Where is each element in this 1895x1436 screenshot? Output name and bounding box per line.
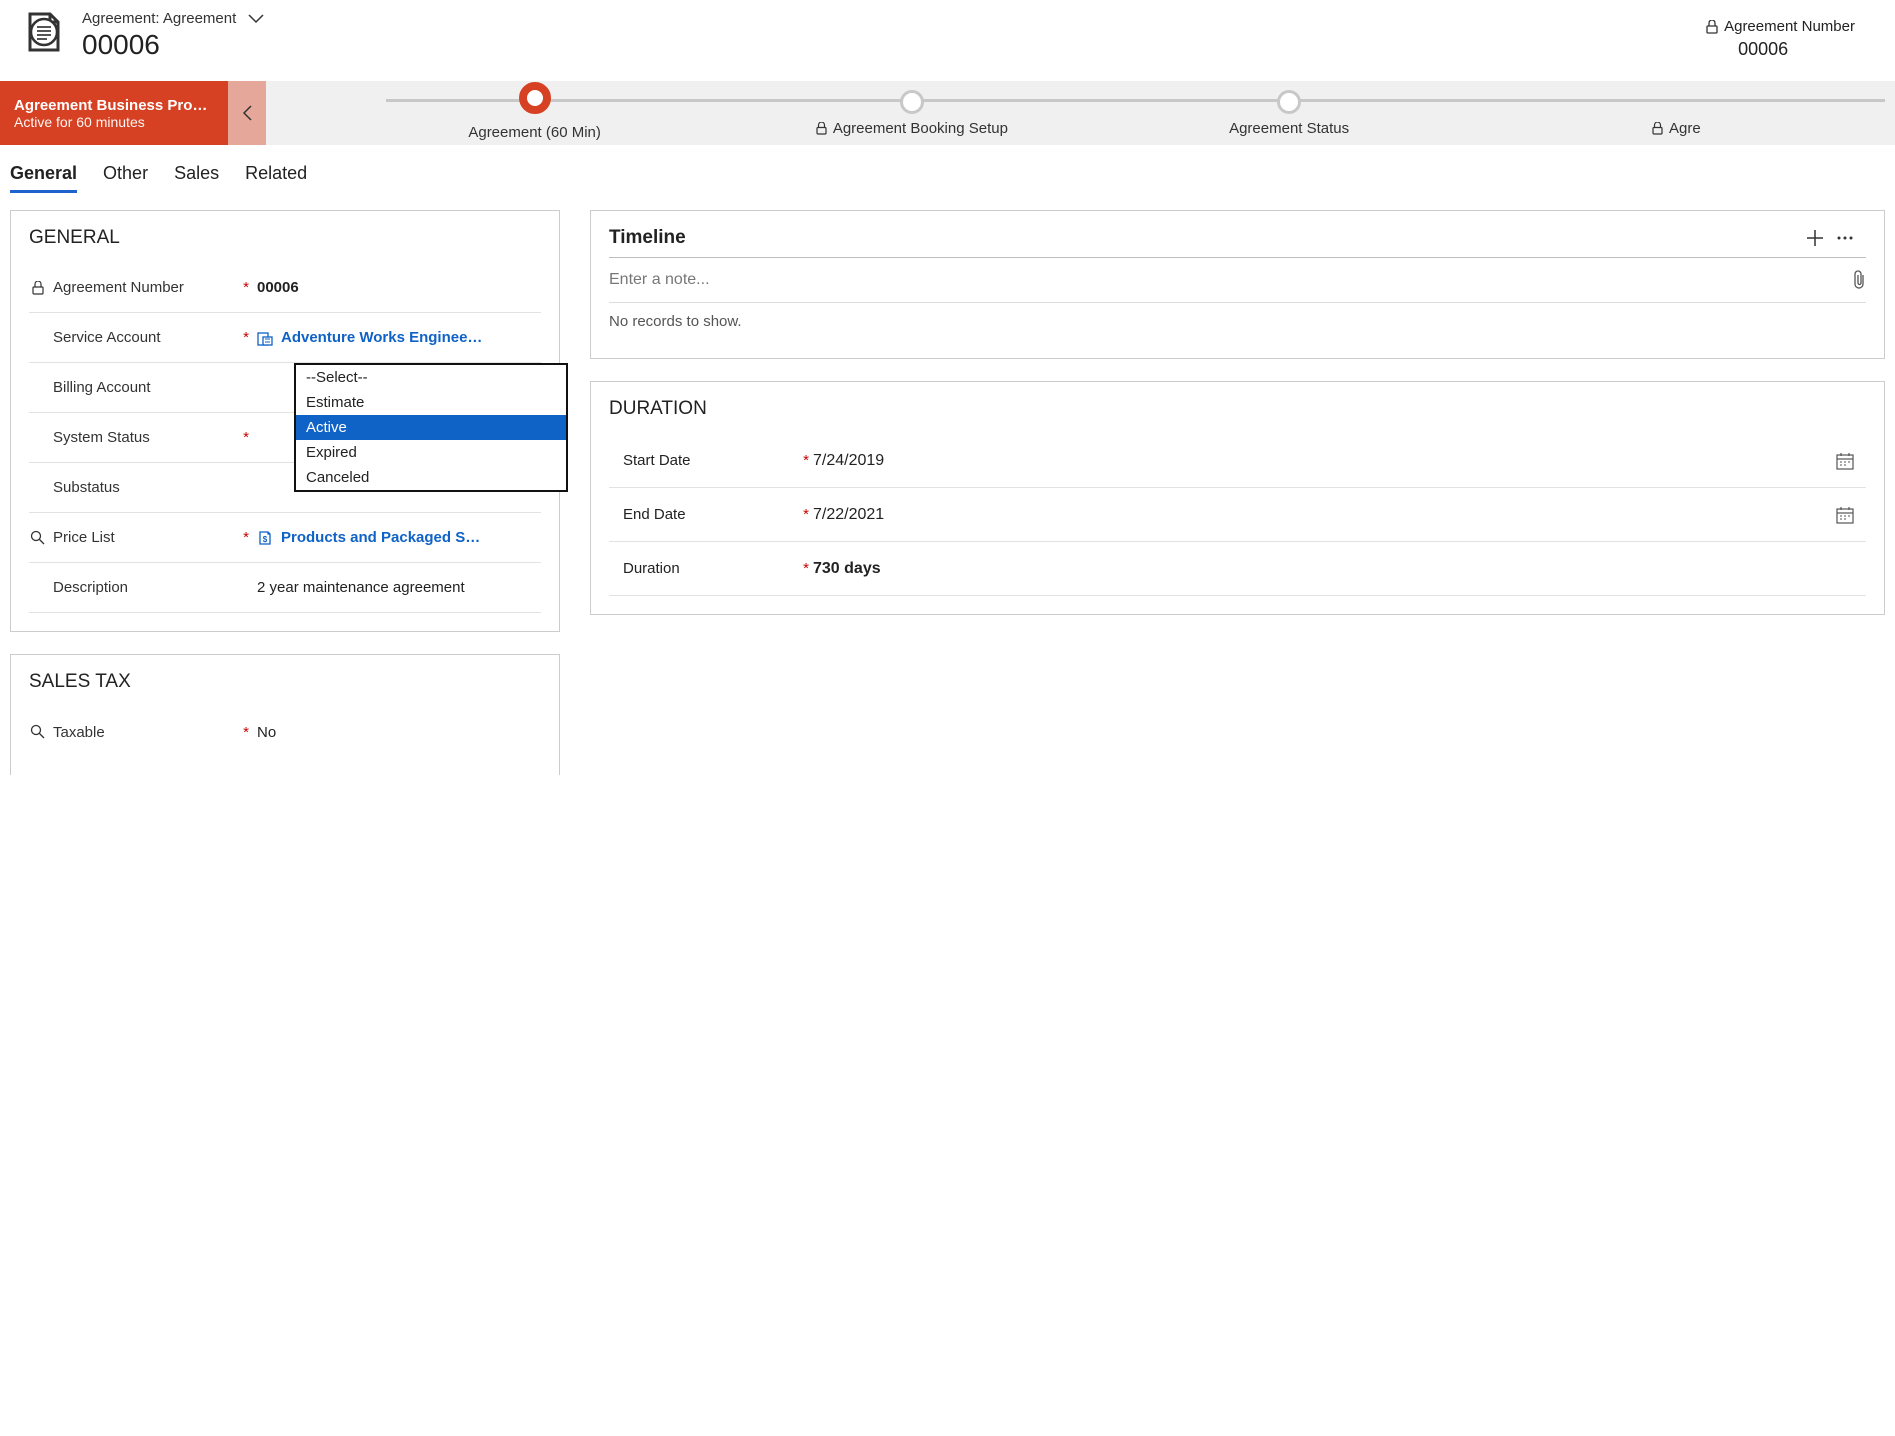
attachment-icon[interactable] [1852,270,1866,290]
account-icon [257,330,273,346]
lock-icon [1706,20,1718,34]
timeline-title: Timeline [609,227,1806,249]
stage-node [1277,90,1301,114]
field-duration[interactable]: Duration * 730 days [609,542,1866,596]
field-billing-account[interactable]: Billing Account --Select-- Estimate Acti… [29,363,541,413]
option-active[interactable]: Active [296,415,566,440]
stage-label: Agre [1669,120,1701,137]
tab-general[interactable]: General [10,163,77,193]
svg-text:$: $ [263,535,268,544]
field-price-list[interactable]: Price List * $ Products and Packaged S… [29,513,541,563]
record-title: 00006 [82,29,1706,61]
stage-node [900,90,924,114]
section-title: GENERAL [29,227,541,249]
view-selector[interactable]: Agreement: Agreement [82,10,264,27]
system-status-dropdown[interactable]: --Select-- Estimate Active Expired Cance… [294,363,568,492]
bpf-back-button[interactable] [228,81,266,145]
stage-label: Agreement Status [1229,120,1349,137]
required-marker: * [239,429,253,446]
business-process-flow: Agreement Business Pro… Active for 60 mi… [0,81,1895,145]
required-marker: * [799,452,813,469]
required-marker: * [239,529,253,546]
field-value[interactable]: Adventure Works Enginee… [281,329,482,346]
option-canceled[interactable]: Canceled [296,465,566,490]
recommend-icon [29,530,47,546]
lock-icon [1652,122,1663,135]
record-header: Agreement: Agreement 00006 Agreement Num… [0,0,1895,71]
section-general: GENERAL Agreement Number * 00006 Service… [10,210,560,632]
bpf-stage-status[interactable]: Agreement Status [1101,90,1478,137]
note-placeholder: Enter a note... [609,271,710,289]
section-title: SALES TAX [29,671,541,693]
section-title: DURATION [609,398,1866,420]
stage-label: Agreement Booking Setup [833,120,1008,137]
header-right-info: Agreement Number 00006 [1706,10,1875,60]
field-label: Substatus [53,479,120,496]
field-start-date[interactable]: Start Date * 7/24/2019 [609,434,1866,488]
bpf-stage-booking-setup[interactable]: Agreement Booking Setup [723,90,1100,137]
field-end-date[interactable]: End Date * 7/22/2021 [609,488,1866,542]
view-label: Agreement: Agreement [82,10,236,27]
field-label: System Status [53,429,150,446]
field-label: Start Date [609,452,799,469]
pricelist-icon: $ [257,530,273,546]
lock-icon [29,281,47,295]
section-timeline: Timeline Enter a note... No records to s… [590,210,1885,359]
field-label: End Date [609,506,799,523]
recommend-icon [29,724,47,740]
field-label: Agreement Number [53,279,184,296]
timeline-note-input[interactable]: Enter a note... [609,258,1866,303]
stage-node-active [519,82,551,114]
tab-sales[interactable]: Sales [174,163,219,193]
option-expired[interactable]: Expired [296,440,566,465]
tab-related[interactable]: Related [245,163,307,193]
timeline-add-button[interactable] [1806,229,1836,247]
tab-other[interactable]: Other [103,163,148,193]
required-marker: * [239,329,253,346]
field-value: 7/24/2019 [813,452,1836,470]
lock-icon [816,122,827,135]
agreement-number-label: Agreement Number [1724,18,1855,35]
field-service-account[interactable]: Service Account * Adventure Works Engine… [29,313,541,363]
field-label: Taxable [53,724,105,741]
bpf-stage-agreement[interactable]: Agreement (60 Min) [346,86,723,141]
field-taxable[interactable]: Taxable * No [29,707,541,757]
calendar-icon[interactable] [1836,506,1866,524]
bpf-stage-next[interactable]: Agre [1478,90,1855,137]
timeline-more-button[interactable] [1836,235,1866,241]
field-value: No [253,724,541,741]
field-label: Price List [53,529,115,546]
field-value: 7/22/2021 [813,506,1836,524]
field-value: 730 days [813,560,1836,578]
field-description[interactable]: Description 2 year maintenance agreement [29,563,541,613]
section-duration: DURATION Start Date * 7/24/2019 End Date… [590,381,1885,615]
agreement-number-value: 00006 [1706,39,1855,60]
required-marker: * [799,506,813,523]
required-marker: * [799,560,813,577]
option-select[interactable]: --Select-- [296,365,566,390]
required-marker: * [239,724,253,741]
section-sales-tax: SALES TAX Taxable * No [10,654,560,775]
chevron-down-icon [248,14,264,24]
form-tabs: General Other Sales Related [0,145,1895,194]
required-marker: * [239,279,253,296]
field-value[interactable]: Products and Packaged S… [281,529,480,546]
record-icon [20,10,64,54]
field-value: 2 year maintenance agreement [253,579,541,596]
field-value: 00006 [253,279,541,296]
field-agreement-number[interactable]: Agreement Number * 00006 [29,263,541,313]
bpf-header[interactable]: Agreement Business Pro… Active for 60 mi… [0,81,228,145]
timeline-empty: No records to show. [609,303,1866,340]
option-estimate[interactable]: Estimate [296,390,566,415]
bpf-duration: Active for 60 minutes [14,114,214,130]
field-label: Duration [609,560,799,577]
bpf-name: Agreement Business Pro… [14,97,214,114]
stage-label: Agreement (60 Min) [468,124,601,141]
field-label: Service Account [53,329,161,346]
field-label: Description [53,579,128,596]
field-label: Billing Account [53,379,151,396]
calendar-icon[interactable] [1836,452,1866,470]
